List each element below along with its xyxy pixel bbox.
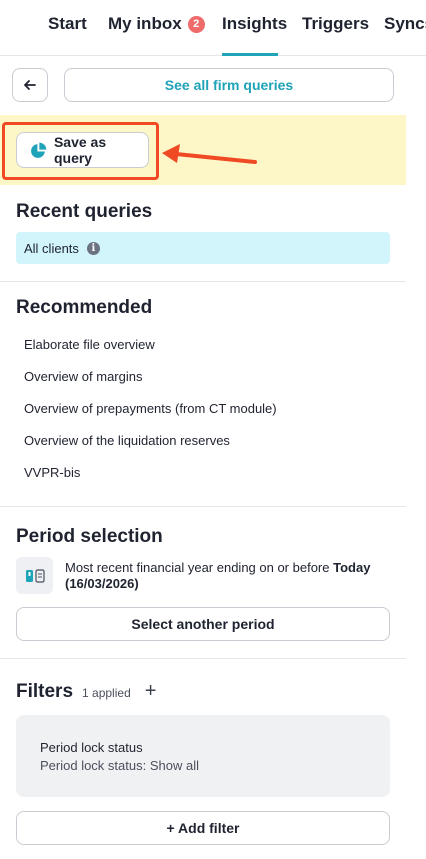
filters-heading: Filters <box>16 681 74 702</box>
recommended-heading: Recommended <box>16 297 153 318</box>
recommended-item[interactable]: Elaborate file overview <box>24 337 155 352</box>
recent-query-item[interactable]: All clients i <box>16 232 390 264</box>
section-divider <box>0 658 406 659</box>
filter-title: Period lock status <box>40 740 143 755</box>
arrow-left-icon <box>24 80 36 90</box>
back-button[interactable] <box>12 68 48 102</box>
tab-start[interactable]: Start <box>48 14 87 34</box>
recent-query-label: All clients <box>24 240 79 256</box>
top-navigation: Start My inbox 2 Insights Triggers Syncs <box>0 0 426 56</box>
filter-card[interactable]: Period lock status Period lock status: S… <box>16 715 390 797</box>
recommended-item[interactable]: Overview of prepayments (from CT module) <box>24 401 277 416</box>
annotation-arrow <box>162 144 257 164</box>
recommended-item[interactable]: VVPR-bis <box>24 465 80 480</box>
recommended-item[interactable]: Overview of margins <box>24 369 142 384</box>
section-divider <box>0 506 406 507</box>
plus-icon[interactable]: + <box>145 680 157 703</box>
calendar-columns-icon <box>16 557 53 594</box>
filters-applied-count: 1 applied <box>82 686 131 700</box>
tab-insights[interactable]: Insights <box>222 14 287 34</box>
tab-my-inbox-label: My inbox <box>108 14 182 33</box>
section-divider <box>0 281 406 282</box>
select-another-period-button[interactable]: Select another period <box>16 607 390 641</box>
pie-chart-icon <box>31 142 47 158</box>
filter-subtitle: Period lock status: Show all <box>40 758 199 773</box>
active-tab-indicator <box>222 53 278 56</box>
period-selection-heading: Period selection <box>16 526 163 547</box>
tab-syncs[interactable]: Syncs <box>384 14 426 34</box>
see-all-firm-queries-button[interactable]: See all firm queries <box>64 68 394 102</box>
filters-header: Filters 1 applied + <box>16 680 156 703</box>
info-icon[interactable]: i <box>86 241 100 255</box>
period-description-text: Most recent financial year ending on or … <box>65 560 334 575</box>
tab-triggers[interactable]: Triggers <box>302 14 369 34</box>
add-filter-button[interactable]: + Add filter <box>16 811 390 845</box>
recent-queries-heading: Recent queries <box>16 201 153 222</box>
recommended-item[interactable]: Overview of the liquidation reserves <box>24 433 230 448</box>
save-as-query-button[interactable]: Save as query <box>16 132 149 168</box>
save-as-query-label: Save as query <box>53 134 107 166</box>
period-description: Most recent financial year ending on or … <box>65 560 385 592</box>
inbox-count-badge: 2 <box>187 16 205 33</box>
tab-my-inbox[interactable]: My inbox 2 <box>108 14 205 34</box>
